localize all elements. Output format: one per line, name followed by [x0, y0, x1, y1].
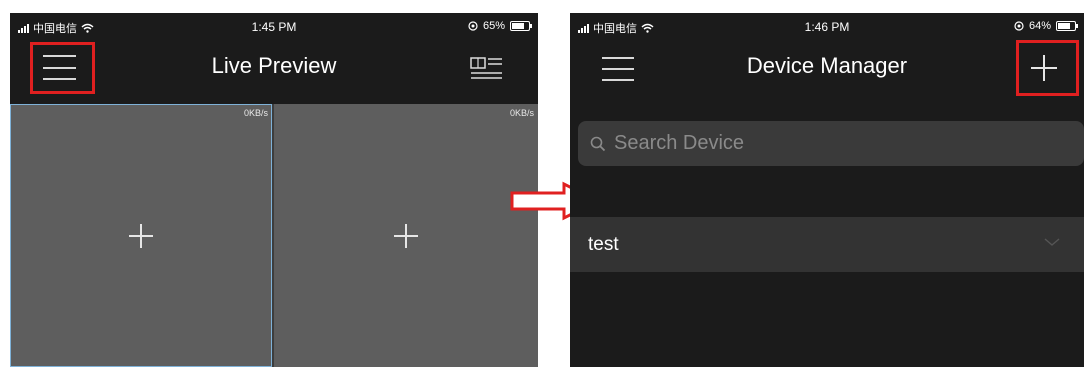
bitrate-label: 0KB/s — [243, 108, 268, 118]
status-bar: 中国电信 1:45 PM 65% — [10, 13, 538, 39]
battery-icon — [1056, 21, 1078, 31]
device-name: test — [588, 233, 619, 255]
bitrate-label: 0KB/s — [509, 108, 534, 118]
orientation-lock-icon — [468, 21, 478, 31]
status-time: 1:46 PM — [804, 20, 850, 34]
preview-tile[interactable]: 0KB/s — [10, 104, 272, 367]
preview-tile[interactable]: 0KB/s — [274, 104, 538, 367]
status-bar: 中国电信 1:46 PM 64% — [570, 13, 1084, 39]
device-list-item[interactable]: test — [570, 217, 1084, 272]
nav-bar: Live Preview — [10, 39, 538, 104]
add-channel-icon[interactable] — [394, 223, 418, 248]
search-input[interactable]: Search Device — [578, 121, 1084, 166]
nav-bar: Device Manager — [570, 39, 1084, 104]
search-placeholder: Search Device — [614, 132, 745, 154]
device-manager-screen: 中国电信 1:46 PM 64% Device Manager Search D… — [570, 13, 1084, 367]
record-list-icon[interactable] — [470, 56, 504, 82]
preview-grid: 0KB/s 0KB/s — [10, 104, 538, 367]
page-title: Live Preview — [211, 53, 337, 78]
battery-percent: 65% — [482, 20, 505, 32]
search-icon — [590, 136, 606, 151]
battery-percent: 64% — [1028, 20, 1051, 32]
live-preview-screen: 中国电信 1:45 PM 65% Live Preview 0KB/s 0KB/… — [10, 13, 538, 367]
battery-icon — [510, 21, 532, 31]
chevron-down-icon[interactable] — [1044, 237, 1060, 247]
orientation-lock-icon — [1014, 21, 1024, 31]
page-title: Device Manager — [746, 53, 908, 78]
add-highlight-box — [1016, 40, 1079, 96]
status-time: 1:45 PM — [251, 20, 297, 34]
add-channel-icon[interactable] — [129, 223, 153, 248]
